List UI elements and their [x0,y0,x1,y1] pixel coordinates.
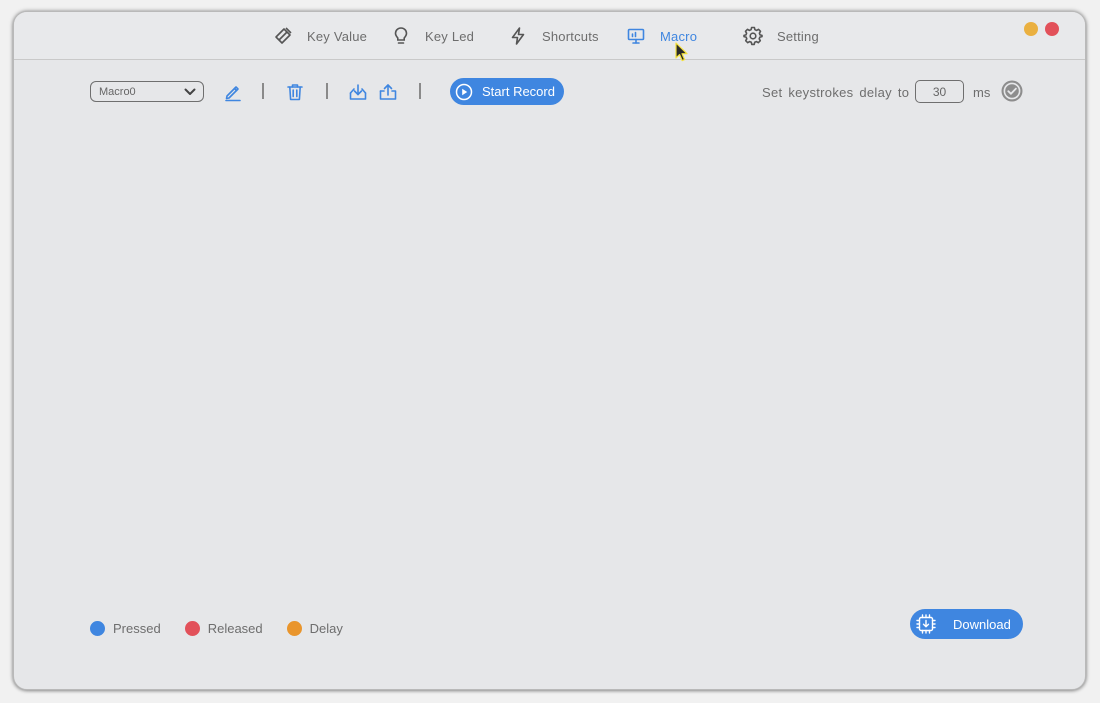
export-icon [379,84,397,100]
check-circle-icon[interactable] [1000,79,1024,103]
legend: Pressed Released Delay [90,621,367,636]
pencil-icon [225,86,241,102]
start-record-button[interactable]: Start Record [450,78,564,105]
tab-label: Key Led [425,28,475,44]
toolbar-divider [262,83,264,99]
download-label: Download [953,616,1011,632]
bulb-icon [391,26,411,46]
tab-setting[interactable]: Setting [743,24,819,48]
import-icon [349,84,367,100]
trash-icon [287,84,303,101]
app-window: Key Value Key Led Shortcuts Macro Settin… [13,11,1086,690]
monitor-icon [626,26,646,46]
delay-dot-icon [286,621,302,636]
pressed-dot-icon [90,621,105,636]
delay-label: Set keystrokes delay to [762,85,910,100]
chevron-down-icon [184,88,196,95]
released-dot-icon [184,621,200,636]
minimize-button[interactable] [1024,22,1038,36]
legend-item-pressed: Pressed [90,621,161,636]
start-record-label: Start Record [482,84,555,99]
top-nav-bar: Key Value Key Led Shortcuts Macro Settin… [14,12,1085,60]
legend-label: Delay [309,621,343,636]
legend-label: Released [207,621,263,636]
gear-icon [743,26,763,46]
toolbar-divider [326,83,328,99]
tab-label: Key Value [307,28,368,44]
delete-button[interactable] [284,81,306,103]
macro-select[interactable]: Macro0 [90,81,204,102]
delay-unit-label: ms [973,85,991,100]
edit-button[interactable] [222,81,244,103]
toolbar-divider [419,83,421,99]
lightning-icon [508,26,528,46]
chip-download-icon [916,614,936,634]
tab-label: Setting [777,28,819,44]
download-button[interactable]: Download [910,609,1023,639]
tab-label: Shortcuts [542,28,599,44]
delay-input[interactable] [915,80,964,103]
legend-item-released: Released [184,621,263,636]
export-button[interactable] [377,81,399,103]
play-circle-icon [455,83,473,100]
macro-select-value: Macro0 [99,85,136,98]
tab-shortcuts[interactable]: Shortcuts [508,24,599,48]
macro-toolbar: Macro0 Start Record Set keystrokes delay… [14,78,1085,108]
tab-key-value[interactable]: Key Value [273,24,367,48]
tab-key-led[interactable]: Key Led [391,24,474,48]
key-value-icon [273,26,293,46]
nav-tabs: Key Value Key Led Shortcuts Macro Settin… [14,12,1085,60]
close-button[interactable] [1045,22,1059,36]
mouse-cursor-icon [675,42,688,62]
import-button[interactable] [347,81,369,103]
legend-item-delay: Delay [286,621,343,636]
legend-label: Pressed [113,621,161,636]
